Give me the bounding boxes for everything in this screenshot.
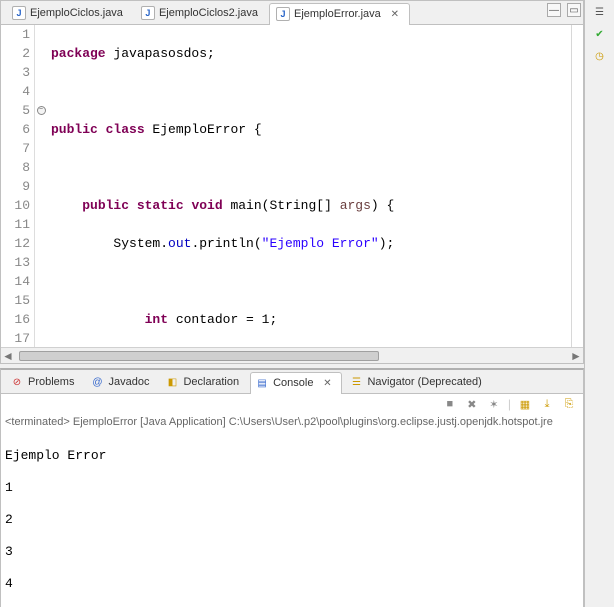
bottom-pane: ⊘ Problems @ Javadoc ◧ Declaration ▤ Con… bbox=[0, 368, 584, 607]
console-icon: ▤ bbox=[255, 376, 269, 390]
java-file-icon: J bbox=[276, 7, 290, 21]
editor-tab-ejemploerror[interactable]: J EjemploError.java ✕ bbox=[269, 3, 410, 25]
editor-pane: J EjemploCiclos.java J EjemploCiclos2.ja… bbox=[0, 0, 584, 364]
fold-toggle-icon[interactable]: − bbox=[37, 106, 46, 115]
tab-problems[interactable]: ⊘ Problems bbox=[5, 371, 83, 393]
editor-tab-ejemplociclos2[interactable]: J EjemploCiclos2.java bbox=[134, 2, 267, 24]
tab-label: Console bbox=[273, 377, 313, 389]
line-number-gutter: 1 2 3 4 5 6 7 8 9 10 11 12 13 14 15 16 1… bbox=[11, 25, 35, 347]
clear-console-icon[interactable]: ▦ bbox=[517, 396, 533, 412]
terminate-icon[interactable]: ■ bbox=[442, 396, 458, 412]
tab-console[interactable]: ▤ Console ✕ bbox=[250, 372, 342, 394]
maximize-icon[interactable]: ▭ bbox=[567, 3, 581, 17]
tab-label: EjemploCiclos.java bbox=[30, 7, 123, 19]
outline-view-icon[interactable]: ☰ bbox=[591, 4, 609, 20]
scroll-thumb[interactable] bbox=[19, 351, 379, 361]
close-icon[interactable]: ✕ bbox=[389, 8, 401, 20]
editor-tab-ejemplociclos[interactable]: J EjemploCiclos.java bbox=[5, 2, 132, 24]
minimize-icon[interactable]: — bbox=[547, 3, 561, 17]
scroll-lock-icon[interactable]: ⤓ bbox=[539, 396, 555, 412]
console-output[interactable]: Ejemplo Error 1 2 3 4 5 6 7 8 9 10 bbox=[1, 430, 583, 607]
tab-javadoc[interactable]: @ Javadoc bbox=[85, 371, 158, 393]
tab-label: EjemploError.java bbox=[294, 8, 381, 20]
scroll-right-icon[interactable]: ► bbox=[569, 349, 583, 363]
tab-label: Declaration bbox=[183, 376, 239, 388]
horizontal-scrollbar[interactable]: ◄ ► bbox=[1, 347, 583, 363]
code-editor[interactable]: 1 2 3 4 5 6 7 8 9 10 11 12 13 14 15 16 1… bbox=[1, 25, 583, 347]
scroll-left-icon[interactable]: ◄ bbox=[1, 349, 15, 363]
other-view-icon[interactable]: ◷ bbox=[591, 48, 609, 64]
problems-icon: ⊘ bbox=[10, 375, 24, 389]
tab-declaration[interactable]: ◧ Declaration bbox=[160, 371, 248, 393]
tab-label: EjemploCiclos2.java bbox=[159, 7, 258, 19]
marker-column bbox=[1, 25, 11, 347]
tab-label: Javadoc bbox=[108, 376, 149, 388]
right-trim-stack: ☰ ✔ ◷ bbox=[584, 0, 614, 607]
tab-navigator[interactable]: ☰ Navigator (Deprecated) bbox=[344, 371, 490, 393]
bottom-tabs: ⊘ Problems @ Javadoc ◧ Declaration ▤ Con… bbox=[1, 370, 583, 394]
annotation-column: − bbox=[35, 25, 47, 347]
code-content[interactable]: package javapasosdos; public class Ejemp… bbox=[47, 25, 571, 347]
task-list-icon[interactable]: ✔ bbox=[591, 26, 609, 42]
remove-all-icon[interactable]: ✶ bbox=[486, 396, 502, 412]
overview-ruler[interactable] bbox=[571, 25, 583, 347]
console-toolbar: ■ ✖ ✶ | ▦ ⤓ ⎘ bbox=[1, 394, 583, 414]
remove-launch-icon[interactable]: ✖ bbox=[464, 396, 480, 412]
pin-console-icon[interactable]: ⎘ bbox=[561, 396, 577, 412]
java-file-icon: J bbox=[141, 6, 155, 20]
declaration-icon: ◧ bbox=[165, 375, 179, 389]
tab-label: Navigator (Deprecated) bbox=[367, 376, 481, 388]
navigator-icon: ☰ bbox=[349, 375, 363, 389]
java-file-icon: J bbox=[12, 6, 26, 20]
console-launch-label: <terminated> EjemploError [Java Applicat… bbox=[1, 414, 583, 430]
close-icon[interactable]: ✕ bbox=[321, 377, 333, 389]
tab-label: Problems bbox=[28, 376, 74, 388]
editor-tabs: J EjemploCiclos.java J EjemploCiclos2.ja… bbox=[1, 1, 583, 25]
javadoc-icon: @ bbox=[90, 375, 104, 389]
